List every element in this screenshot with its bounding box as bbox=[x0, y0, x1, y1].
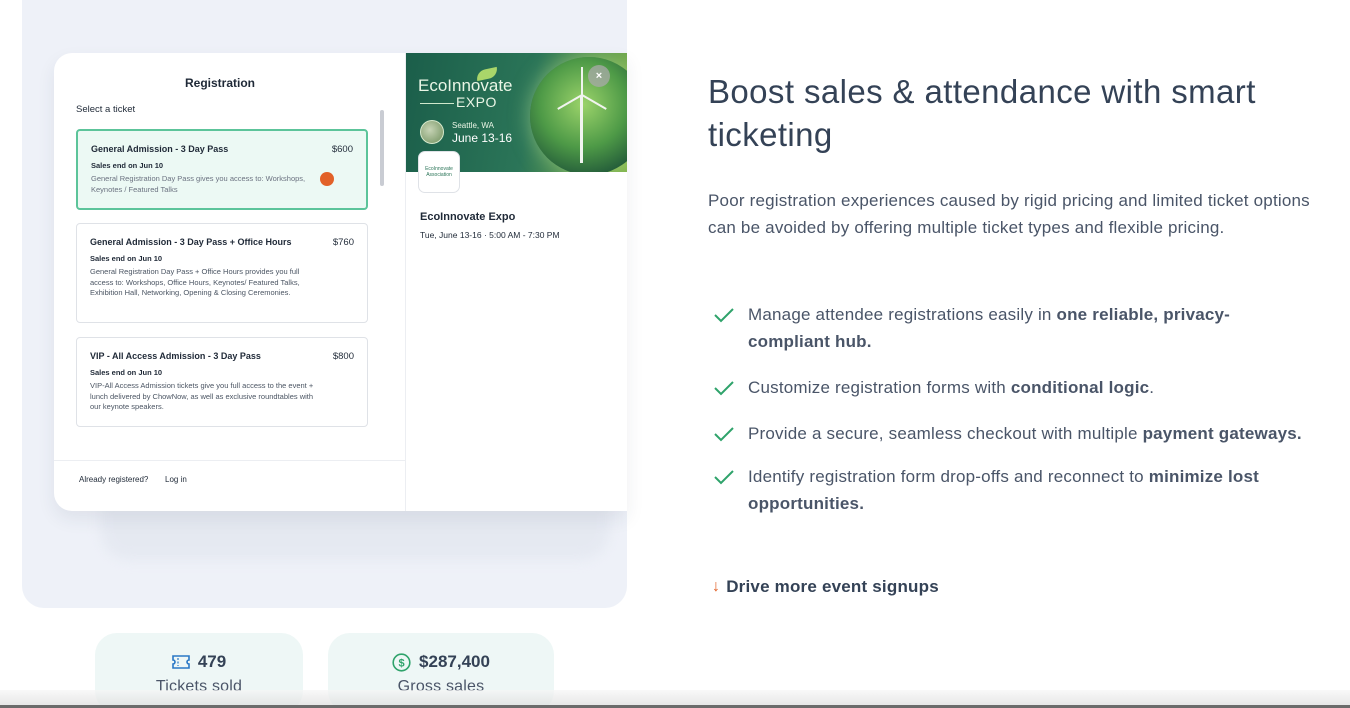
feature-text: Customize registration forms with bbox=[748, 378, 1011, 397]
registration-panel: Registration Select a ticket General Adm… bbox=[54, 53, 406, 511]
ticket-name: General Admission - 3 Day Pass bbox=[91, 144, 229, 154]
wind-turbine-icon bbox=[580, 95, 583, 163]
arrow-down-icon: ↓ bbox=[712, 578, 721, 595]
ticket-icon bbox=[172, 655, 190, 669]
ticket-sales-end: Sales end on Jun 10 bbox=[91, 161, 164, 170]
ticket-description: VIP-All Access Admission tickets give yo… bbox=[90, 381, 314, 411]
stat-value: 479 bbox=[197, 652, 227, 671]
ticket-option-vip[interactable]: VIP - All Access Admission - 3 Day Pass … bbox=[76, 337, 368, 427]
ticket-price: $600 bbox=[331, 144, 353, 155]
ticket-name: General Admission - 3 Day Pass + Office … bbox=[90, 237, 292, 247]
banner-divider bbox=[420, 103, 454, 104]
ticket-sales-end: Sales end on Jun 10 bbox=[90, 254, 163, 263]
feature-list: Manage attendee registrations easily in … bbox=[712, 301, 1312, 517]
svg-text:$: $ bbox=[398, 657, 404, 669]
feature-text: Identify registration form drop-offs and… bbox=[748, 467, 1149, 486]
login-link[interactable]: Log in bbox=[165, 475, 187, 484]
event-name: EcoInnovate Expo bbox=[420, 211, 516, 223]
ticket-option-general[interactable]: General Admission - 3 Day Pass $600 Sale… bbox=[76, 129, 368, 210]
dollar-icon: $ bbox=[392, 652, 411, 672]
cursor-indicator bbox=[320, 172, 334, 186]
drive-signups-link[interactable]: ↓ Drive more event signups bbox=[712, 577, 939, 597]
headline: Boost sales & attendance with smart tick… bbox=[708, 73, 1256, 153]
banner-location: Seattle, WA bbox=[452, 121, 494, 130]
feature-text: Provide a secure, seamless checkout with… bbox=[748, 424, 1143, 443]
check-icon bbox=[714, 427, 734, 442]
registration-card: Registration Select a ticket General Adm… bbox=[54, 53, 627, 511]
feature-suffix: . bbox=[1149, 378, 1155, 397]
registration-title: Registration bbox=[184, 76, 255, 90]
ticket-price: $800 bbox=[332, 351, 354, 362]
event-time: Tue, June 13-16 · 5:00 AM - 7:30 PM bbox=[420, 230, 560, 240]
ticket-description: General Registration Day Pass + Office H… bbox=[90, 267, 300, 297]
ticket-price: $760 bbox=[332, 237, 354, 248]
feature-item: Identify registration form drop-offs and… bbox=[712, 463, 1312, 517]
select-ticket-label: Select a ticket bbox=[76, 104, 136, 115]
feature-text: Manage attendee registrations easily in bbox=[748, 305, 1057, 324]
stat-value: $287,400 bbox=[419, 652, 490, 671]
feature-highlight: payment gateways. bbox=[1142, 424, 1302, 443]
intro-paragraph: Poor registration experiences caused by … bbox=[708, 191, 1310, 237]
check-icon bbox=[714, 470, 734, 485]
speaker-avatar bbox=[420, 120, 444, 144]
ticket-sales-end: Sales end on Jun 10 bbox=[90, 368, 163, 377]
organizer-logo-text: EcoInnovate Association bbox=[425, 166, 453, 178]
banner-dates: June 13-16 bbox=[452, 131, 513, 145]
ticket-name: VIP - All Access Admission - 3 Day Pass bbox=[90, 351, 261, 361]
feature-item: Customize registration forms with condit… bbox=[712, 374, 1312, 401]
check-icon bbox=[714, 308, 734, 323]
already-registered-text: Already registered? bbox=[79, 475, 149, 484]
check-icon bbox=[714, 381, 734, 396]
ticket-list-scrollbar[interactable] bbox=[380, 110, 384, 186]
feature-item: Manage attendee registrations easily in … bbox=[712, 301, 1312, 355]
banner-title: EcoInnovate bbox=[418, 76, 513, 95]
feature-item: Provide a secure, seamless checkout with… bbox=[712, 420, 1312, 447]
registration-footer: Already registered? Log in bbox=[54, 460, 406, 511]
globe-illustration bbox=[530, 57, 627, 172]
ticket-description: General Registration Day Pass gives you … bbox=[91, 174, 306, 194]
organizer-logo: EcoInnovate Association bbox=[418, 151, 460, 193]
cta-label: Drive more event signups bbox=[726, 577, 939, 596]
turbine-blade bbox=[581, 67, 583, 95]
ticket-option-office-hours[interactable]: General Admission - 3 Day Pass + Office … bbox=[76, 223, 368, 323]
close-button[interactable]: × bbox=[588, 65, 610, 87]
feature-highlight: conditional logic bbox=[1010, 378, 1150, 397]
page: Registration Select a ticket General Adm… bbox=[0, 0, 1350, 708]
event-panel: EcoInnovate EXPO Seattle, WA June 13-16 … bbox=[406, 53, 627, 511]
banner-subtitle: EXPO bbox=[456, 94, 497, 110]
